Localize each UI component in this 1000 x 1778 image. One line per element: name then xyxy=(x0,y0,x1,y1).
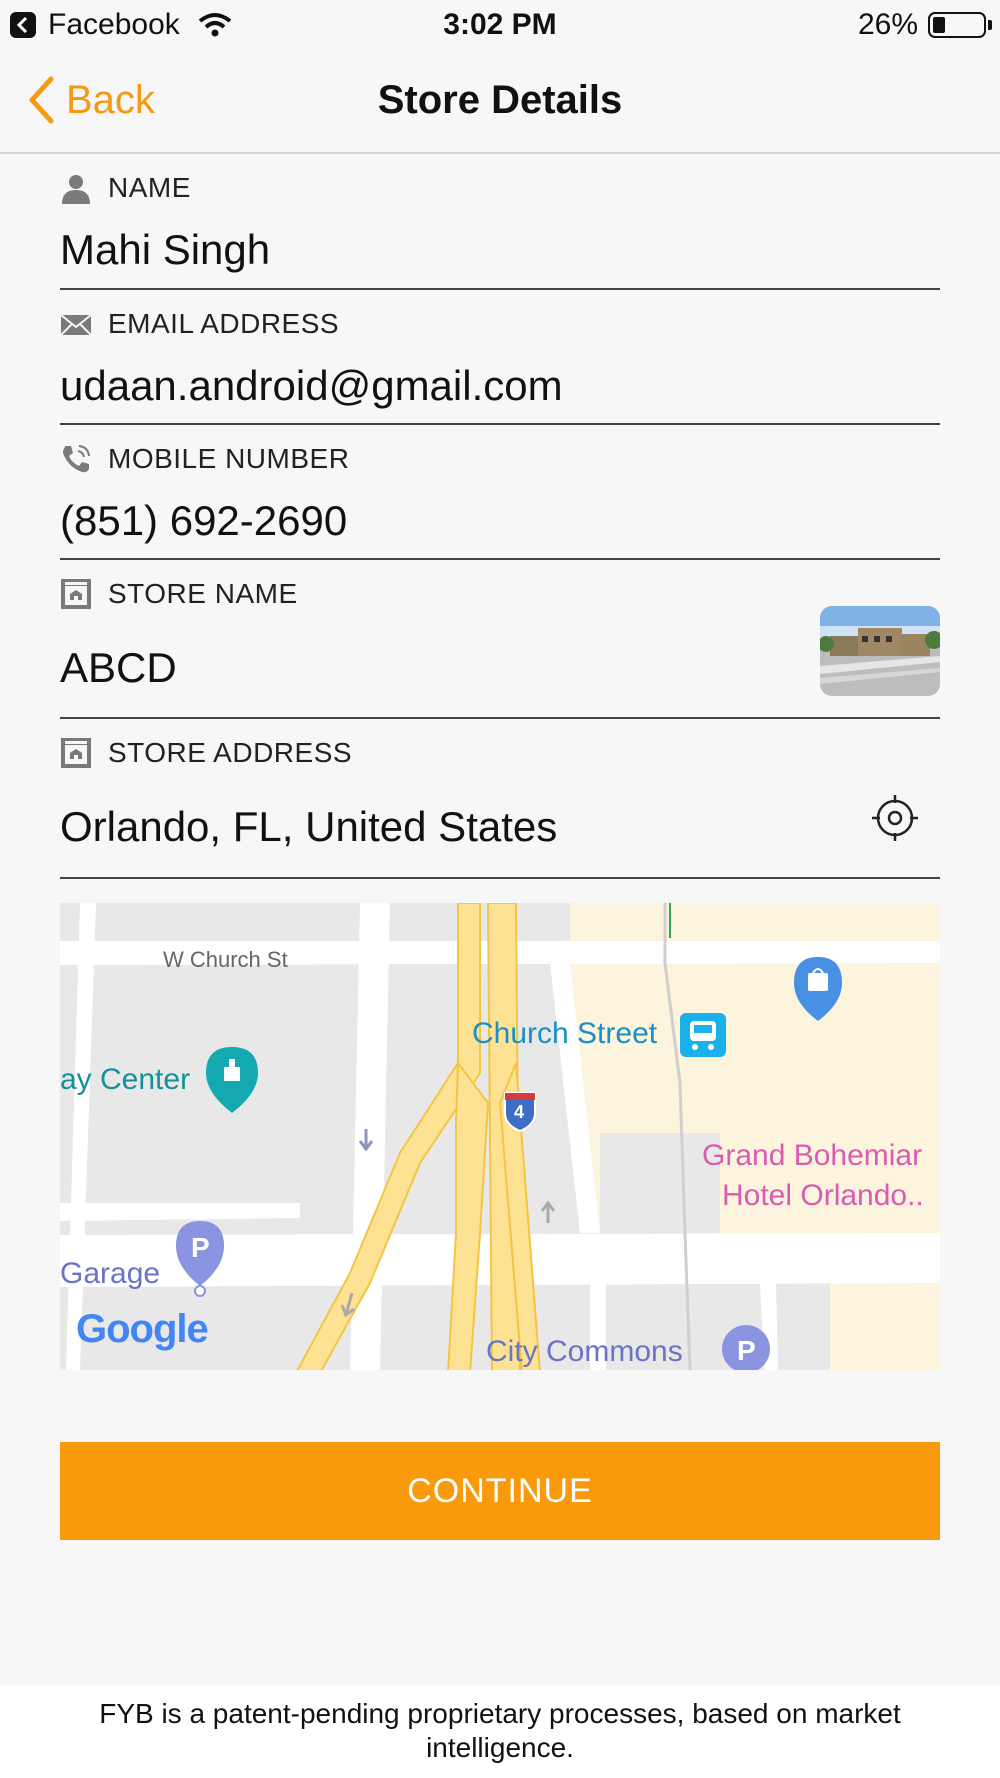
interstate-shield-label: 4 xyxy=(514,1102,525,1122)
current-location-icon[interactable] xyxy=(872,795,918,841)
footer-disclaimer: FYB is a patent-pending proprietary proc… xyxy=(99,1698,901,1763)
battery-level-fill xyxy=(933,17,945,33)
map-label-day-center[interactable]: ay Center xyxy=(60,1063,190,1097)
parking-label-1: P xyxy=(191,1232,210,1263)
store-photo-thumbnail[interactable] xyxy=(820,606,940,696)
continue-button[interactable]: CONTINUE xyxy=(60,1442,940,1540)
battery-percentage: 26% xyxy=(857,8,918,41)
store-address-input[interactable] xyxy=(60,803,820,851)
map-tiles xyxy=(60,903,940,1370)
mobile-input[interactable] xyxy=(60,497,820,545)
store-icon xyxy=(61,579,91,609)
person-icon xyxy=(62,175,90,204)
store-icon xyxy=(61,738,91,768)
store-name-input[interactable] xyxy=(60,644,820,692)
status-bar: Facebook 3:02 PM 26% xyxy=(0,0,1000,50)
status-time: 3:02 PM xyxy=(443,8,557,41)
store-address-field: STORE ADDRESS xyxy=(60,719,940,879)
email-label: EMAIL ADDRESS xyxy=(60,308,339,340)
mobile-field: MOBILE NUMBER xyxy=(60,425,940,560)
store-name-label: STORE NAME xyxy=(60,578,298,610)
email-input[interactable] xyxy=(60,362,820,410)
map-label-garage[interactable]: Garage xyxy=(60,1257,160,1291)
footer: FYB is a patent-pending proprietary proc… xyxy=(0,1685,1000,1778)
map-label-city-commons[interactable]: City Commons xyxy=(486,1335,683,1369)
map-label-hotel-orlando[interactable]: Hotel Orlando.. xyxy=(722,1179,924,1213)
google-logo: Google xyxy=(76,1307,209,1351)
map-label-grand-bohemian[interactable]: Grand Bohemiar xyxy=(702,1139,922,1173)
map-label-w-church-st: W Church St xyxy=(163,947,288,972)
name-input[interactable] xyxy=(60,226,820,274)
phone-icon xyxy=(63,445,90,473)
store-name-field: STORE NAME xyxy=(60,560,940,719)
location-map[interactable]: W Church St Church Street ay Center Gran… xyxy=(60,903,940,1370)
map-label-church-street[interactable]: Church Street xyxy=(472,1017,657,1051)
page-title: Store Details xyxy=(377,78,623,122)
store-address-label: STORE ADDRESS xyxy=(60,737,352,769)
email-field: EMAIL ADDRESS xyxy=(60,290,940,425)
battery-icon xyxy=(928,12,986,38)
name-label: NAME xyxy=(60,172,191,204)
envelope-icon xyxy=(60,314,92,336)
parking-label-2: P xyxy=(737,1335,756,1366)
name-field: NAME xyxy=(60,154,940,290)
navigation-bar: Back Store Details xyxy=(0,50,1000,154)
battery-cap xyxy=(988,20,992,30)
mobile-label: MOBILE NUMBER xyxy=(60,443,349,475)
